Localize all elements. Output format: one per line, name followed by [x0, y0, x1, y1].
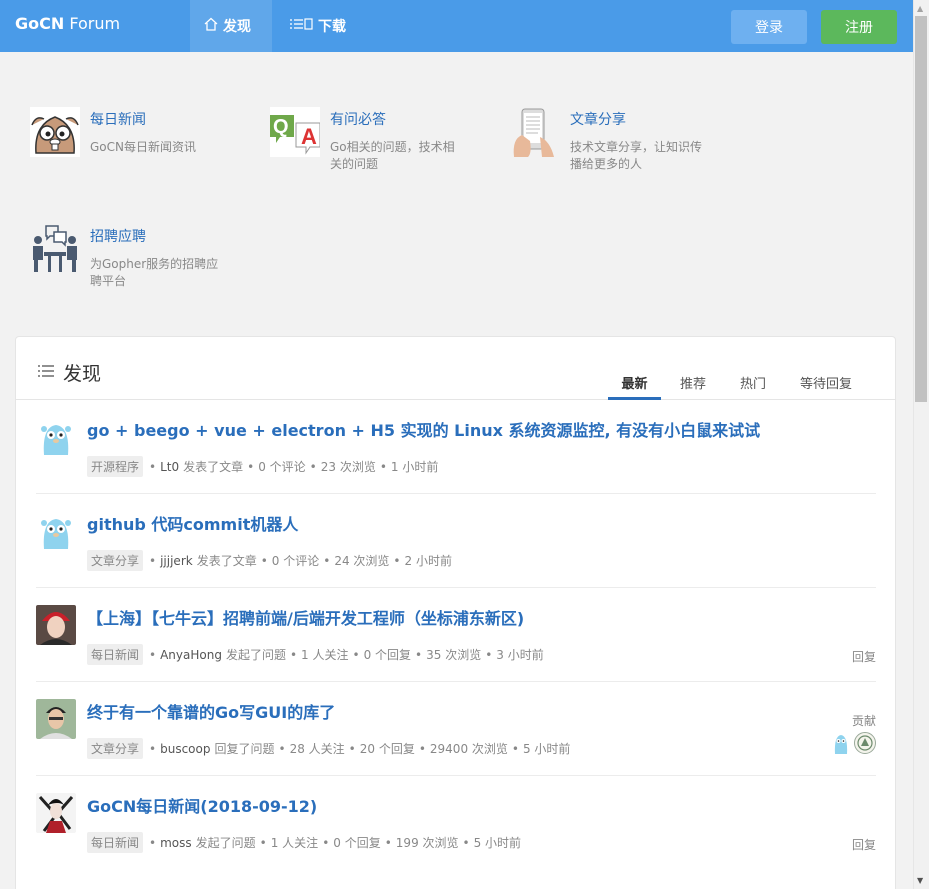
list-icon: [289, 17, 313, 35]
svg-text:Q: Q: [273, 116, 289, 138]
author-link[interactable]: moss: [160, 836, 192, 850]
view-count: 23 次浏览: [320, 460, 376, 474]
tab-hot[interactable]: 热门: [740, 373, 766, 400]
register-button[interactable]: 注册: [821, 10, 897, 44]
item-meta: 文章分享 • buscoop 回复了问题 • 28 人关注 • 20 个回复 • 294…: [87, 738, 570, 759]
reply-count: 0 个回复: [363, 648, 412, 662]
list-item: 终于有一个靠谱的Go写GUI的库了 文章分享 • buscoop 回复了问题 • 2…: [36, 682, 876, 776]
timestamp: 2 小时前: [404, 554, 452, 568]
view-count: 35 次浏览: [426, 648, 482, 662]
category-desc: Go相关的问题，技术相关的问题: [330, 140, 455, 171]
login-button[interactable]: 登录: [731, 10, 807, 44]
scroll-down-arrow-icon[interactable]: ▼: [917, 876, 923, 885]
reply-label[interactable]: 回复: [852, 648, 876, 665]
timestamp: 3 小时前: [496, 648, 544, 662]
timestamp: 5 小时前: [473, 836, 522, 850]
topic-tag[interactable]: 每日新闻: [87, 644, 144, 665]
item-action: 发表了文章: [196, 554, 257, 568]
category-desc: 技术文章分享，让知识传播给更多的人: [570, 140, 703, 171]
tab-recommend[interactable]: 推荐: [680, 373, 706, 400]
reply-count: 20 个回复: [359, 742, 415, 756]
nav-download-label: 下载: [318, 19, 346, 35]
item-meta: 每日新闻 • AnyaHong 发起了问题 • 1 人关注 • 0 个回复 • 35 次…: [87, 644, 544, 665]
nav-discover-label: 发现: [223, 19, 251, 35]
comment-count: 0 个评论: [271, 554, 320, 568]
contributors-label: 贡献: [851, 714, 876, 728]
discover-panel: 发现 最新 推荐 热门 等待回复 go + beego + vue + elec…: [15, 336, 896, 889]
phone-article-icon: [510, 107, 560, 157]
item-title-link[interactable]: github 代码commit机器人: [87, 511, 298, 535]
author-link[interactable]: buscoop: [160, 742, 210, 756]
brand-logo[interactable]: GoCN Forum: [15, 14, 120, 33]
job-icon: [30, 224, 80, 274]
author-link[interactable]: AnyaHong: [160, 648, 222, 662]
category-title[interactable]: 文章分享: [570, 109, 626, 129]
top-navbar: GoCN Forum 发现 下载 登录 注册: [0, 0, 913, 52]
author-link[interactable]: Lt0: [160, 460, 179, 474]
item-action: 发表了文章: [183, 460, 244, 474]
list-item: github 代码commit机器人 文章分享 • jjjjerk 发表了文章 •…: [36, 494, 876, 588]
item-action: 发起了问题: [195, 836, 256, 850]
nav-discover[interactable]: 发现: [190, 0, 272, 52]
item-action: 发起了问题: [225, 648, 286, 662]
discover-header: 发现 最新 推荐 热门 等待回复: [16, 337, 895, 400]
topic-tag[interactable]: 每日新闻: [87, 832, 144, 853]
list-item: GoCN每日新闻(2018-09-12) 每日新闻 • moss 发起了问题 • 1…: [36, 776, 876, 870]
item-meta: 开源程序 • Lt0 发表了文章 • 0 个评论 • 23 次浏览 • 1 小时前: [87, 456, 438, 477]
reply-count: 0 个回复: [333, 836, 381, 850]
timestamp: 1 小时前: [390, 460, 439, 474]
category-desc: GoCN每日新闻资讯: [90, 140, 196, 154]
nav-download[interactable]: 下载: [275, 0, 360, 52]
author-link[interactable]: jjjjerk: [160, 554, 193, 568]
list-icon: [37, 363, 55, 382]
follower-count: 1 人关注: [270, 836, 319, 850]
category-title[interactable]: 有问必答: [330, 109, 386, 129]
follower-count: 28 人关注: [289, 742, 345, 756]
item-meta: 每日新闻 • moss 发起了问题 • 1 人关注 • 0 个回复 • 199 次浏览 …: [87, 832, 521, 853]
view-count: 199 次浏览: [395, 836, 459, 850]
avatar[interactable]: [36, 793, 76, 833]
list-item: go + beego + vue + electron + H5 实现的 Lin…: [36, 400, 876, 494]
item-action: 回复了问题: [214, 742, 275, 756]
scroll-up-arrow-icon[interactable]: ▲: [917, 4, 923, 13]
topic-tag[interactable]: 文章分享: [87, 738, 144, 759]
category-title[interactable]: 每日新闻: [90, 109, 146, 129]
reply-label[interactable]: 回复: [852, 836, 876, 853]
svg-text:A: A: [301, 124, 317, 149]
topic-tag[interactable]: 开源程序: [87, 456, 144, 477]
view-count: 24 次浏览: [334, 554, 390, 568]
scrollbar-thumb[interactable]: [915, 16, 927, 402]
tab-latest[interactable]: 最新: [608, 373, 661, 400]
topic-tag[interactable]: 文章分享: [87, 550, 144, 571]
contributor-gopher-icon[interactable]: [832, 732, 850, 754]
item-title-link[interactable]: GoCN每日新闻(2018-09-12): [87, 793, 317, 817]
category-desc: 为Gopher服务的招聘应聘平台: [90, 257, 219, 288]
item-title-link[interactable]: 【上海】【七牛云】招聘前端/后端开发工程师（坐标浦东新区): [87, 605, 524, 629]
gopher-news-icon: [30, 107, 80, 157]
page-title-text: 发现: [63, 363, 102, 385]
tab-unanswered[interactable]: 等待回复: [800, 373, 852, 400]
home-icon: [204, 17, 218, 35]
follower-count: 1 人关注: [301, 648, 349, 662]
view-count: 29400 次浏览: [429, 742, 508, 756]
category-title[interactable]: 招聘应聘: [90, 226, 146, 246]
avatar[interactable]: [36, 699, 76, 739]
timestamp: 5 小时前: [522, 742, 571, 756]
item-meta: 文章分享 • jjjjerk 发表了文章 • 0 个评论 • 24 次浏览 • 2 小时…: [87, 550, 452, 571]
comment-count: 0 个评论: [258, 460, 306, 474]
item-title-link[interactable]: 终于有一个靠谱的Go写GUI的库了: [87, 699, 335, 723]
page-title: 发现: [37, 359, 101, 386]
avatar[interactable]: [36, 417, 76, 457]
avatar[interactable]: [36, 605, 76, 645]
contributor-avatar[interactable]: [854, 732, 876, 754]
item-title-link[interactable]: go + beego + vue + electron + H5 实现的 Lin…: [87, 417, 760, 441]
qa-icon: Q A: [270, 107, 321, 157]
list-item: 【上海】【七牛云】招聘前端/后端开发工程师（坐标浦东新区) 每日新闻 • Anya…: [36, 588, 876, 682]
avatar[interactable]: [36, 511, 76, 551]
